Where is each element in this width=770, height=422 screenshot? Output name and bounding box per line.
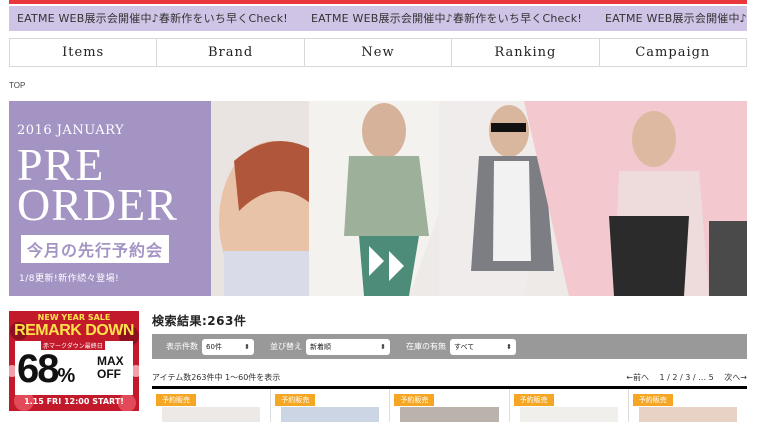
sale-headline: REMARK DOWN bbox=[14, 322, 134, 339]
select-arrow-icon: ⬍ bbox=[506, 342, 512, 351]
preorder-badge: 予約販売 bbox=[275, 394, 316, 406]
select-per-page-value: 60件 bbox=[206, 342, 222, 351]
global-nav: Items Brand New Ranking Campaign bbox=[9, 38, 747, 67]
hero-title: PRE ORDER bbox=[17, 142, 178, 230]
announcement-text[interactable]: EATME WEB展示会開催中♪春新作をいち早くCheck! bbox=[303, 6, 592, 31]
product-thumbnail[interactable] bbox=[281, 407, 380, 422]
pager-next-link[interactable]: 次へ→ bbox=[724, 373, 747, 382]
select-stock[interactable]: すべて ⬍ bbox=[450, 338, 516, 355]
preorder-badge: 予約販売 bbox=[513, 394, 554, 406]
hero-jp-title: 今月の先行予約会 bbox=[21, 235, 170, 263]
preorder-badge: 予約販売 bbox=[394, 394, 435, 406]
product-card[interactable]: 予約販売 bbox=[390, 389, 510, 422]
product-thumbnail[interactable] bbox=[162, 407, 261, 422]
product-thumbnail[interactable] bbox=[519, 407, 618, 422]
sale-top-text: NEW YEAR SALE bbox=[37, 313, 111, 322]
announcement-text[interactable]: EATME WEB展示会開催中♪春新作をいち早くCheck! bbox=[597, 6, 747, 31]
product-thumbnail[interactable] bbox=[638, 407, 738, 422]
product-card[interactable]: 予約販売 bbox=[510, 389, 629, 422]
pager-pages[interactable]: 1 / 2 / 3 / … 5 bbox=[660, 373, 714, 382]
announcement-text[interactable]: EATME WEB展示会開催中♪春新作をいち早くCheck! bbox=[9, 6, 298, 31]
nav-campaign[interactable]: Campaign bbox=[600, 39, 746, 66]
sale-percent: 68% bbox=[17, 347, 76, 398]
product-grid: 予約販売 予約販売 予約販売 予約販売 予約販売 bbox=[152, 389, 747, 422]
select-arrow-icon: ⬍ bbox=[244, 342, 250, 351]
search-result-title: 検索結果:263件 bbox=[152, 314, 247, 328]
select-arrow-icon: ⬍ bbox=[380, 342, 386, 351]
sale-max-off: MAX OFF bbox=[97, 355, 124, 381]
select-stock-value: すべて bbox=[454, 342, 475, 351]
hero-title-line2: ORDER bbox=[17, 179, 178, 230]
nav-new[interactable]: New bbox=[305, 39, 453, 66]
pagination: ←前へ 1 / 2 / 3 / … 5 次へ→ bbox=[626, 372, 747, 383]
hero-banner[interactable]: 2016 JANUARY PRE ORDER 今月の先行予約会 1/8更新!新作… bbox=[9, 101, 747, 296]
sale-percent-value: 68 bbox=[17, 347, 59, 391]
filter-bar: 表示件数 60件 ⬍ 並び替え 新着順 ⬍ 在庫の有無 すべて ⬍ bbox=[152, 334, 747, 359]
filter-label-count: 表示件数 bbox=[166, 342, 198, 351]
select-per-page[interactable]: 60件 ⬍ bbox=[202, 338, 254, 355]
sale-start-text: 1.15 FRI 12:00 START! bbox=[24, 397, 124, 406]
product-card[interactable]: 予約販売 bbox=[152, 389, 272, 422]
preorder-badge: 予約販売 bbox=[632, 394, 673, 406]
nav-brand[interactable]: Brand bbox=[157, 39, 305, 66]
select-sort-value: 新着順 bbox=[310, 342, 331, 351]
top-accent-bar bbox=[9, 0, 747, 4]
breadcrumb-top[interactable]: TOP bbox=[9, 81, 25, 90]
pager-prev-link[interactable]: ←前へ bbox=[626, 373, 649, 382]
filter-label-stock: 在庫の有無 bbox=[406, 342, 446, 351]
preorder-badge: 予約販売 bbox=[156, 394, 196, 406]
nav-items[interactable]: Items bbox=[10, 39, 158, 66]
sale-off-text: OFF bbox=[97, 367, 121, 381]
result-count-text: アイテム数263件中 1〜60件を表示 bbox=[152, 373, 281, 382]
product-thumbnail[interactable] bbox=[400, 407, 499, 422]
product-card[interactable]: 予約販売 bbox=[629, 389, 747, 422]
product-card[interactable]: 予約販売 bbox=[271, 389, 391, 422]
filter-label-sort: 並び替え bbox=[270, 342, 302, 351]
select-sort[interactable]: 新着順 ⬍ bbox=[306, 338, 390, 355]
hero-update-text: 1/8更新!新作続々登場! bbox=[19, 274, 120, 284]
hero-subtitle: 2016 JANUARY bbox=[17, 123, 125, 138]
sale-percent-unit: % bbox=[57, 365, 76, 387]
result-count-row: アイテム数263件中 1〜60件を表示 ←前へ 1 / 2 / 3 / … 5 … bbox=[152, 372, 747, 384]
hero-text-panel: 2016 JANUARY PRE ORDER 今月の先行予約会 1/8更新!新作… bbox=[9, 101, 211, 296]
announcement-marquee[interactable]: EATME WEB展示会開催中♪春新作をいち早くCheck! EATME WEB… bbox=[9, 6, 747, 31]
sale-side-banner[interactable]: NEW YEAR SALE REMARK DOWN 赤マークダウン最終日 68%… bbox=[9, 311, 139, 411]
nav-ranking[interactable]: Ranking bbox=[452, 39, 600, 66]
